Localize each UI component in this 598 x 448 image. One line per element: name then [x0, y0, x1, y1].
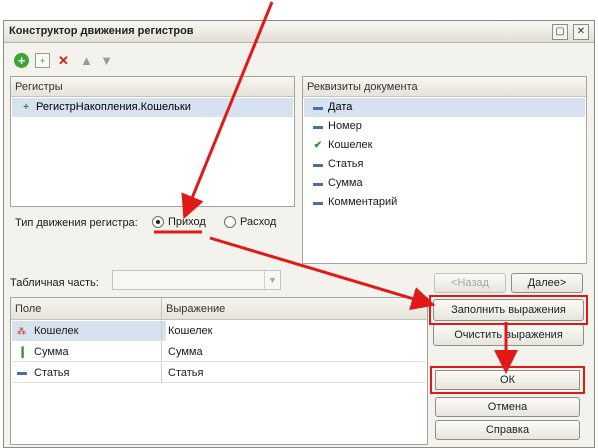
column-header-expression[interactable]: Выражение: [166, 298, 225, 318]
expression-cell[interactable]: Статья: [166, 363, 203, 383]
requisite-label: Кошелек: [328, 139, 373, 151]
add-icon[interactable]: +: [14, 53, 29, 68]
requisite-label: Сумма: [328, 177, 363, 189]
radio-rashod[interactable]: [224, 216, 236, 228]
resource-icon: ❙: [18, 346, 28, 358]
attribute-icon: ▬: [313, 197, 323, 208]
movement-type-label: Тип движения регистра:: [15, 217, 138, 229]
requisites-panel: Реквизиты документа ▬ Дата ▬ Номер ✔ Кош…: [302, 76, 587, 264]
clear-expressions-button[interactable]: Очистить выражения: [433, 324, 584, 346]
highlight-fill-button: [429, 295, 588, 325]
attribute-icon: ▬: [313, 159, 323, 170]
radio-rashod-label[interactable]: Расход: [240, 216, 276, 228]
tabular-select[interactable]: ▼: [112, 270, 281, 290]
field-cell: Сумма: [34, 346, 69, 358]
move-up-icon[interactable]: ▲: [79, 53, 94, 68]
expression-cell[interactable]: Кошелек: [166, 321, 426, 341]
copy-icon[interactable]: +: [35, 53, 50, 68]
cell-divider: [161, 342, 162, 362]
requisite-item[interactable]: ▬ Комментарий: [304, 193, 585, 212]
chevron-down-icon[interactable]: ▼: [264, 271, 280, 289]
table-row[interactable]: ⁂ Кошелек Кошелек: [12, 321, 426, 341]
attribute-icon: ▬: [313, 121, 323, 132]
requisite-item[interactable]: ▬ Сумма: [304, 174, 585, 193]
move-down-icon[interactable]: ▼: [99, 53, 114, 68]
cell-divider: [161, 363, 162, 383]
requisite-item[interactable]: ▬ Статья: [304, 155, 585, 174]
register-item[interactable]: + РегистрНакопления.Кошельки: [12, 98, 293, 117]
tabular-label: Табличная часть:: [10, 277, 99, 289]
radio-prihod[interactable]: [152, 216, 164, 228]
radio-prihod-label[interactable]: Приход: [168, 216, 206, 228]
attribute-icon: ▬: [313, 178, 323, 189]
register-movements-dialog: Конструктор движения регистров ▢ ✕ + + ✕…: [3, 20, 595, 448]
table-row[interactable]: ❙ Сумма Сумма: [12, 342, 426, 362]
help-button[interactable]: Справка: [435, 420, 580, 440]
cancel-button[interactable]: Отмена: [435, 397, 580, 417]
highlight-ok-button: [430, 366, 585, 394]
expression-cell[interactable]: Сумма: [166, 342, 203, 362]
registers-header: Регистры: [11, 77, 294, 97]
titlebar: Конструктор движения регистров ▢ ✕: [4, 21, 594, 43]
attribute-icon: ▬: [313, 102, 323, 113]
requisites-header: Реквизиты документа: [303, 77, 586, 97]
window-title: Конструктор движения регистров: [9, 25, 194, 37]
requisite-item[interactable]: ✔ Кошелек: [304, 136, 585, 155]
used-attribute-icon: ✔: [313, 140, 323, 151]
close-icon[interactable]: ✕: [573, 24, 589, 40]
requisite-label: Дата: [328, 101, 353, 113]
column-header-field[interactable]: Поле: [15, 298, 41, 318]
field-cell: Кошелек: [34, 325, 79, 337]
cell-divider: [161, 321, 162, 341]
mapping-header: Поле Выражение: [11, 298, 427, 320]
attribute-icon: ▬: [17, 367, 27, 378]
dimension-icon: ⁂: [17, 326, 26, 336]
mapping-grid: Поле Выражение ⁂ Кошелек Кошелек ❙ Сумма…: [10, 297, 428, 445]
more-icon[interactable]: ▢: [552, 24, 568, 40]
column-divider: [161, 298, 162, 320]
next-button[interactable]: Далее>: [511, 273, 583, 293]
back-button[interactable]: <Назад: [434, 273, 506, 293]
registers-panel: Регистры + РегистрНакопления.Кошельки: [10, 76, 295, 207]
requisite-item[interactable]: ▬ Дата: [304, 98, 585, 117]
table-row[interactable]: ▬ Статья Статья: [12, 363, 426, 383]
register-item-label: РегистрНакопления.Кошельки: [36, 101, 191, 113]
requisite-item[interactable]: ▬ Номер: [304, 117, 585, 136]
field-cell: Статья: [34, 367, 70, 379]
requisite-label: Комментарий: [328, 196, 398, 208]
requisite-label: Номер: [328, 120, 362, 132]
delete-icon[interactable]: ✕: [56, 53, 71, 68]
accumulation-register-icon: +: [23, 102, 29, 113]
requisite-label: Статья: [328, 158, 364, 170]
